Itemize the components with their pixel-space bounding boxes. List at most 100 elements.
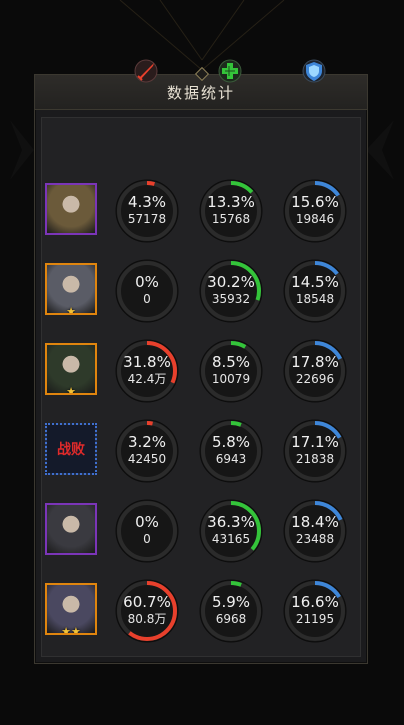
stat-percent: 13.3% (207, 193, 255, 211)
shield-stat-ring: 15.6% 19846 (281, 177, 349, 245)
stat-value: 22696 (295, 372, 335, 386)
heal-stat-ring: 13.3% 15768 (197, 177, 265, 245)
stat-value: 15768 (211, 212, 251, 226)
stat-percent: 36.3% (207, 513, 255, 531)
heal-stat-ring: 30.2% 35932 (197, 257, 265, 325)
ring-background (199, 259, 263, 323)
ring-background (283, 259, 347, 323)
stat-value: 21838 (295, 452, 335, 466)
ring-background (115, 419, 179, 483)
hero-row: 0% 0 36.3% 43165 18.4% 23488 (0, 499, 404, 583)
star-rank-icon: ★ (66, 305, 76, 315)
progress-ring (115, 339, 179, 403)
stat-percent: 16.6% (291, 593, 339, 611)
heal-stat-ring: 5.9% 6968 (197, 577, 265, 645)
hero-portrait[interactable]: 战败 (45, 423, 97, 475)
stat-percent: 17.8% (291, 353, 339, 371)
star-rank-icon: ★ (66, 385, 76, 395)
stat-percent: 4.3% (127, 193, 167, 211)
progress-ring (115, 579, 179, 643)
heal-stat-ring: 5.8% 6943 (197, 417, 265, 485)
heal-stat-ring: 8.5% 10079 (197, 337, 265, 405)
stat-percent: 15.6% (291, 193, 339, 211)
shield-stat-ring: 17.8% 22696 (281, 337, 349, 405)
defeated-label: 战败 (47, 425, 95, 473)
hero-row: ★★ 60.7% 80.8万 5.9% 6968 16.6% 21195 (0, 579, 404, 663)
ring-background (115, 339, 179, 403)
hero-row: 4.3% 57178 13.3% 15768 15.6% 19846 (0, 179, 404, 263)
stat-value: 21195 (295, 612, 335, 626)
progress-ring (283, 579, 347, 643)
ring-background (283, 499, 347, 563)
progress-ring (283, 419, 347, 483)
stat-percent: 17.1% (291, 433, 339, 451)
progress-ring (199, 419, 263, 483)
stat-percent: 3.2% (127, 433, 167, 451)
progress-ring (283, 339, 347, 403)
stat-value: 0 (143, 292, 151, 306)
progress-ring (283, 179, 347, 243)
damage-stat-ring: 60.7% 80.8万 (113, 577, 181, 645)
ring-background (115, 179, 179, 243)
hero-portrait[interactable] (45, 503, 97, 555)
progress-ring (115, 419, 179, 483)
stat-value: 19846 (295, 212, 335, 226)
ring-background (283, 339, 347, 403)
progress-ring (199, 579, 263, 643)
ring-background (115, 579, 179, 643)
ring-background (115, 499, 179, 563)
heal-cross-icon (215, 56, 245, 86)
ring-background (199, 339, 263, 403)
stat-value: 18548 (295, 292, 335, 306)
progress-ring (115, 259, 179, 323)
stat-value: 57178 (127, 212, 167, 226)
shield-icon (299, 56, 329, 86)
stat-percent: 30.2% (207, 273, 255, 291)
stat-value: 42450 (127, 452, 167, 466)
shield-stat-ring: 16.6% 21195 (281, 577, 349, 645)
ring-background (199, 179, 263, 243)
damage-stat-ring: 0% 0 (113, 497, 181, 565)
stat-percent: 0% (135, 513, 159, 531)
progress-ring (283, 499, 347, 563)
stat-percent: 14.5% (291, 273, 339, 291)
hero-row: ★ 31.8% 42.4万 8.5% 10079 17.8% 22696 (0, 339, 404, 423)
hero-portrait[interactable]: ★ (45, 263, 97, 315)
hero-portrait[interactable]: ★ (45, 343, 97, 395)
hero-portrait[interactable] (45, 183, 97, 235)
stat-value: 10079 (211, 372, 251, 386)
stat-value: 0 (143, 532, 151, 546)
ring-background (115, 259, 179, 323)
progress-ring (199, 499, 263, 563)
damage-stat-ring: 0% 0 (113, 257, 181, 325)
hero-portrait[interactable]: ★★ (45, 583, 97, 635)
damage-stat-ring: 31.8% 42.4万 (113, 337, 181, 405)
shield-stat-ring: 14.5% 18548 (281, 257, 349, 325)
ring-background (199, 419, 263, 483)
stat-percent: 18.4% (291, 513, 339, 531)
stat-percent: 5.8% (211, 433, 251, 451)
ring-background (283, 579, 347, 643)
shield-stat-ring: 17.1% 21838 (281, 417, 349, 485)
sword-damage-icon (131, 56, 161, 86)
progress-ring (199, 259, 263, 323)
stat-value: 6943 (215, 452, 247, 466)
heal-stat-ring: 36.3% 43165 (197, 497, 265, 565)
hero-row: 战败 3.2% 42450 5.8% 6943 17.1% 21838 (0, 419, 404, 503)
stat-value: 6968 (215, 612, 247, 626)
shield-stat-ring: 18.4% 23488 (281, 497, 349, 565)
stat-value: 43165 (211, 532, 251, 546)
ring-background (283, 179, 347, 243)
ring-background (283, 419, 347, 483)
stat-value: 80.8万 (127, 612, 167, 626)
stat-percent: 5.9% (211, 593, 251, 611)
progress-ring (115, 499, 179, 563)
stat-percent: 8.5% (211, 353, 251, 371)
ring-background (199, 579, 263, 643)
stat-percent: 60.7% (123, 593, 171, 611)
ring-background (199, 499, 263, 563)
progress-ring (115, 179, 179, 243)
progress-ring (283, 259, 347, 323)
stat-percent: 0% (135, 273, 159, 291)
progress-ring (199, 339, 263, 403)
